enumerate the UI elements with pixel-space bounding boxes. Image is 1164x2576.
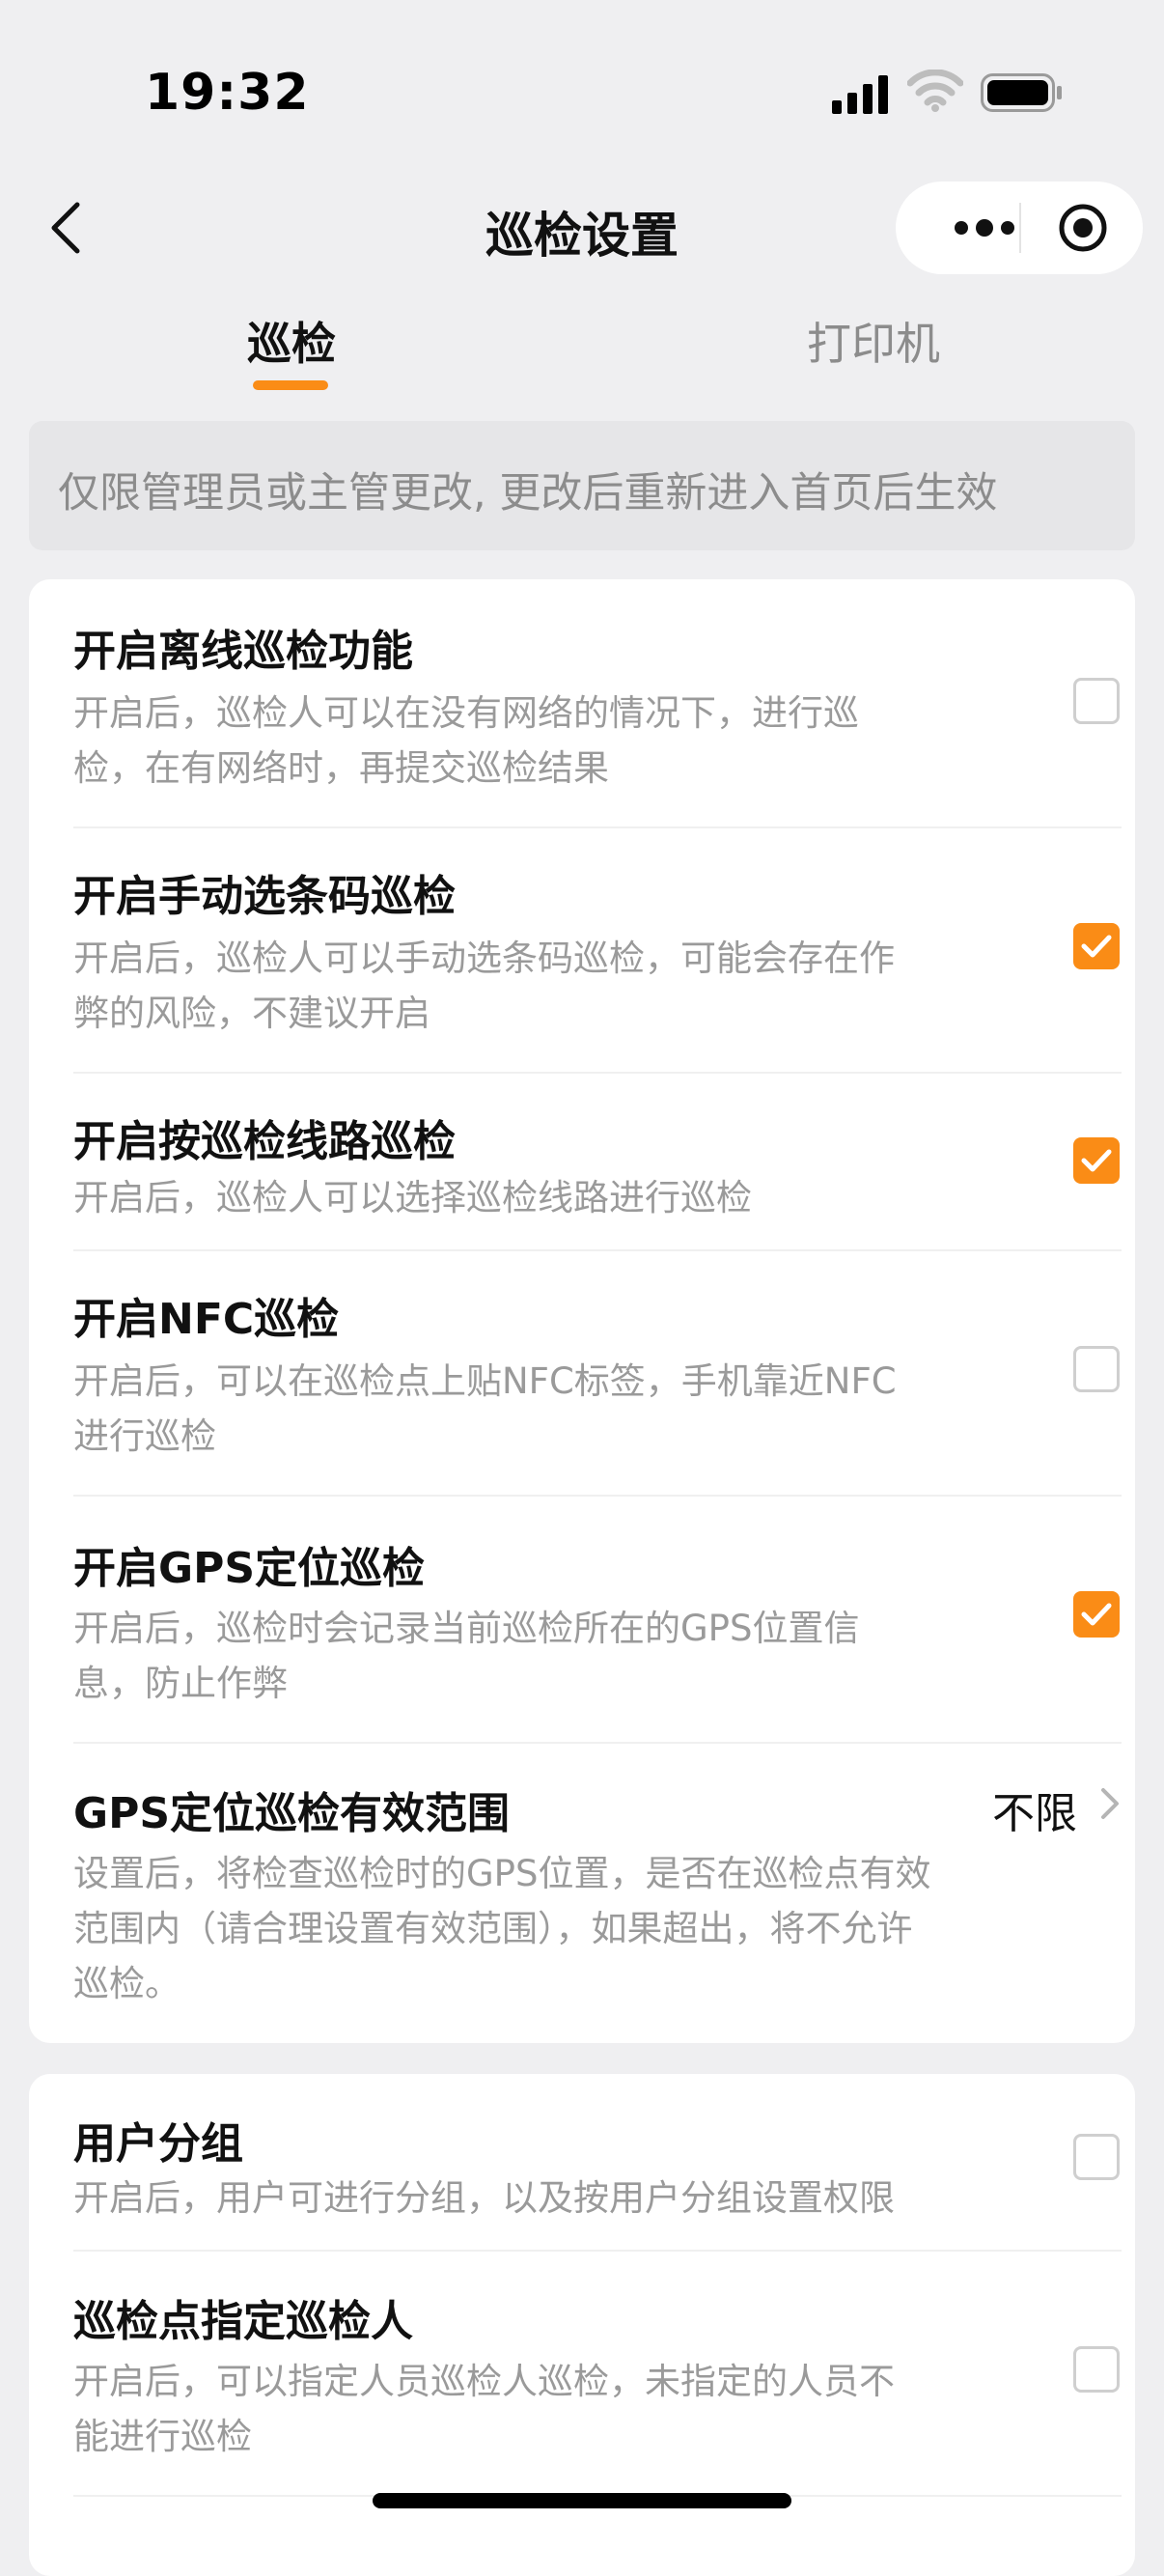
checkmark-icon bbox=[1081, 1603, 1112, 1626]
setting-route-inspection[interactable]: 开启按巡检线路巡检 开启后，巡检人可以选择巡检线路进行巡检 bbox=[73, 1074, 1122, 1251]
setting-title: 开启手动选条码巡检 bbox=[73, 872, 456, 921]
setting-description: 开启后，巡检人可以在没有网络的情况下，进行巡 检，在有网络时，再提交巡检结果 bbox=[73, 686, 1000, 796]
desc-line: 息，防止作弊 bbox=[73, 1663, 288, 1704]
tab-bar: 巡检 打印机 bbox=[0, 290, 1164, 396]
desc-line: 开启后，用户可进行分组，以及按用户分组设置权限 bbox=[73, 2177, 895, 2219]
desc-line: 开启后，巡检人可以选择巡检线路进行巡检 bbox=[73, 1177, 752, 1218]
setting-assign-inspector[interactable]: 巡检点指定巡检人 开启后，可以指定人员巡检人巡检，未指定的人员不 能进行巡检 bbox=[73, 2252, 1122, 2497]
target-icon[interactable] bbox=[1046, 201, 1131, 255]
desc-line: 范围内（请合理设置有效范围），如果超出，将不允许 bbox=[73, 1908, 913, 1949]
checkbox[interactable] bbox=[1073, 1591, 1120, 1638]
status-time: 19:32 bbox=[145, 64, 310, 122]
desc-line: 设置后，将检查巡检时的GPS位置，是否在巡检点有效 bbox=[73, 1853, 931, 1894]
desc-line: 开启后，巡检人可以在没有网络的情况下，进行巡 bbox=[73, 692, 859, 734]
capsule-divider bbox=[1019, 203, 1021, 253]
notice-banner: 仅限管理员或主管更改, 更改后重新进入首页后生效 bbox=[29, 421, 1135, 550]
setting-description: 开启后，巡检人可以手动选条码巡检，可能会存在作 弊的风险，不建议开启 bbox=[73, 931, 1000, 1041]
setting-title: 用户分组 bbox=[73, 2119, 243, 2169]
setting-description: 开启后，用户可进行分组，以及按用户分组设置权限 bbox=[73, 2170, 1000, 2226]
checkbox[interactable] bbox=[1073, 1346, 1120, 1392]
setting-description: 开启后，巡检时会记录当前巡检所在的GPS位置信 息，防止作弊 bbox=[73, 1601, 1000, 1711]
checkbox[interactable] bbox=[1073, 2134, 1120, 2180]
desc-line: 开启后，巡检人可以手动选条码巡检，可能会存在作 bbox=[73, 938, 895, 979]
setting-value: 不限 bbox=[992, 1789, 1077, 1838]
checkmark-icon bbox=[1081, 935, 1112, 958]
checkbox[interactable] bbox=[1073, 1137, 1120, 1184]
nav-bar: 巡检设置 bbox=[0, 174, 1164, 280]
setting-offline-inspection[interactable]: 开启离线巡检功能 开启后，巡检人可以在没有网络的情况下，进行巡 检，在有网络时，… bbox=[73, 579, 1122, 828]
desc-line: 开启后，可以在巡检点上贴NFC标签，手机靠近NFC bbox=[73, 1360, 897, 1402]
settings-card: 开启离线巡检功能 开启后，巡检人可以在没有网络的情况下，进行巡 检，在有网络时，… bbox=[29, 579, 1135, 2043]
setting-gps-inspection[interactable]: 开启GPS定位巡检 开启后，巡检时会记录当前巡检所在的GPS位置信 息，防止作弊 bbox=[73, 1497, 1122, 1744]
chevron-right-icon bbox=[1101, 1788, 1119, 1819]
signal-icon bbox=[832, 75, 888, 114]
setting-title: GPS定位巡检有效范围 bbox=[73, 1789, 511, 1838]
checkbox[interactable] bbox=[1073, 2346, 1120, 2393]
tab-inspection[interactable]: 巡检 bbox=[247, 309, 336, 373]
status-bar: 19:32 bbox=[0, 0, 1164, 183]
setting-title: 开启GPS定位巡检 bbox=[73, 1544, 426, 1593]
wifi-icon bbox=[907, 70, 963, 112]
battery-icon bbox=[981, 73, 1062, 112]
desc-line: 开启后，巡检时会记录当前巡检所在的GPS位置信 bbox=[73, 1608, 860, 1649]
setting-description: 开启后，可以指定人员巡检人巡检，未指定的人员不 能进行巡检 bbox=[73, 2354, 1000, 2464]
setting-title: 巡检点指定巡检人 bbox=[73, 2297, 413, 2346]
desc-line: 巡检。 bbox=[73, 1963, 180, 2004]
home-indicator bbox=[373, 2493, 791, 2508]
setting-title: 开启NFC巡检 bbox=[73, 1295, 340, 1344]
mini-program-capsule bbox=[896, 182, 1143, 274]
setting-description: 开启后，可以在巡检点上贴NFC标签，手机靠近NFC 进行巡检 bbox=[73, 1354, 1000, 1464]
desc-line: 开启后，可以指定人员巡检人巡检，未指定的人员不 bbox=[73, 2361, 895, 2402]
desc-line: 检，在有网络时，再提交巡检结果 bbox=[73, 747, 609, 789]
checkmark-icon bbox=[1081, 1149, 1112, 1172]
setting-manual-barcode[interactable]: 开启手动选条码巡检 开启后，巡检人可以手动选条码巡检，可能会存在作 弊的风险，不… bbox=[73, 828, 1122, 1074]
desc-line: 能进行巡检 bbox=[73, 2416, 252, 2457]
more-dots-icon[interactable] bbox=[925, 201, 1048, 255]
setting-nfc-inspection[interactable]: 开启NFC巡检 开启后，可以在巡检点上贴NFC标签，手机靠近NFC 进行巡检 bbox=[73, 1251, 1122, 1497]
setting-description: 开启后，巡检人可以选择巡检线路进行巡检 bbox=[73, 1170, 1000, 1225]
setting-gps-range[interactable]: GPS定位巡检有效范围 不限 设置后，将检查巡检时的GPS位置，是否在巡检点有效… bbox=[73, 1744, 1122, 2043]
desc-line: 进行巡检 bbox=[73, 1415, 216, 1457]
checkbox[interactable] bbox=[1073, 678, 1120, 724]
setting-user-group[interactable]: 用户分组 开启后，用户可进行分组，以及按用户分组设置权限 bbox=[73, 2074, 1122, 2252]
setting-title: 开启离线巡检功能 bbox=[73, 627, 413, 676]
setting-description: 设置后，将检查巡检时的GPS位置，是否在巡检点有效 范围内（请合理设置有效范围）… bbox=[73, 1846, 1048, 2011]
tab-printer[interactable]: 打印机 bbox=[807, 309, 940, 373]
setting-title: 开启按巡检线路巡检 bbox=[73, 1117, 456, 1166]
desc-line: 弊的风险，不建议开启 bbox=[73, 993, 430, 1034]
tab-active-indicator bbox=[253, 380, 328, 390]
checkbox[interactable] bbox=[1073, 923, 1120, 969]
